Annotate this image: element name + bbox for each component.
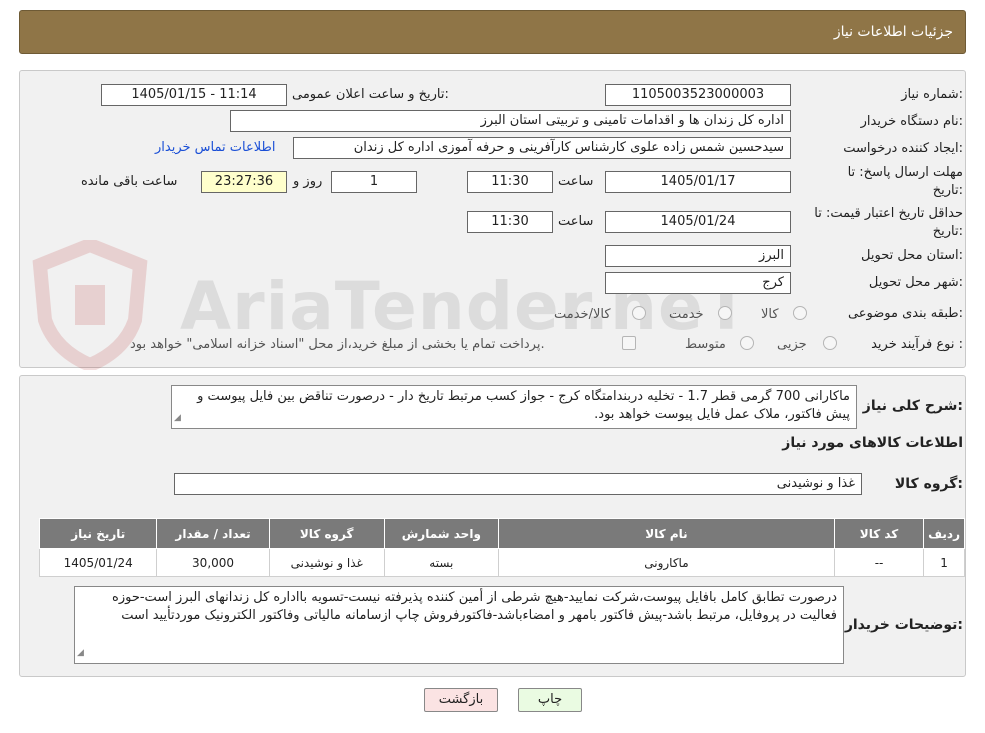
category-goods-label: کالا [761,307,779,322]
category-service-label: خدمت [669,307,704,322]
reply-deadline-date: 1405/01/17 [605,171,791,193]
cell-code: -- [833,548,925,577]
remaining-time-field: 23:27:36 [201,171,287,193]
requester-field: سیدحسین شمس زاده علوی کارشناس کارآفرینی … [293,137,791,159]
buyer-contact-link[interactable]: اطلاعات تماس خریدار [155,140,275,155]
goods-group-field: غذا و نوشیدنی [174,473,862,495]
table-row: 1 -- ماکارونی بسته غذا و نوشیدنی 30,000 … [38,548,965,577]
buyer-org-field: اداره کل زندان ها و اقدامات تامینی و ترب… [230,110,791,132]
cell-row: 1 [923,548,965,577]
requester-label: ایجاد کننده درخواست: [843,141,963,156]
buyer-notes-label: توضیحات خریدار: [844,617,963,633]
reply-deadline-label-2: تاریخ: [932,183,963,198]
province-label: استان محل تحویل: [861,248,963,263]
page-title: جزئیات اطلاعات نیاز [833,24,953,40]
buyer-notes-text: درصورت تطابق کامل بافایل پیوست،شرکت نمای… [112,590,837,623]
category-goods-radio[interactable] [793,306,807,320]
days-label: روز و [293,174,323,189]
col-qty: تعداد / مقدار [156,518,270,549]
need-number-field: 1105003523000003 [605,84,791,106]
page-header: جزئیات اطلاعات نیاز [19,10,966,54]
process-medium-label: متوسط [685,337,726,352]
cell-date: 1405/01/24 [38,548,158,577]
goods-info-title: اطلاعات کالاهای مورد نیاز [782,435,963,451]
col-code: کد کالا [833,518,925,549]
col-date: تاریخ نیاز [38,518,158,549]
remaining-days-field: 1 [331,171,417,193]
category-goods-service-label: کالا/خدمت [554,307,611,322]
treasury-checkbox[interactable] [622,336,636,350]
goods-group-label: گروه کالا: [894,476,963,492]
category-label: طبقه بندی موضوعی: [847,306,963,321]
buyer-notes-textarea[interactable]: درصورت تطابق کامل بافایل پیوست،شرکت نمای… [74,586,844,664]
province-field: البرز [605,245,791,267]
buyer-org-label: نام دستگاه خریدار: [860,114,963,129]
remaining-time-label: ساعت باقی مانده [81,174,178,189]
process-minor-label: جزیی [777,337,807,352]
reply-time-label: ساعت [558,174,594,189]
announce-date-label: تاریخ و ساعت اعلان عمومی: [292,87,449,102]
col-unit: واحد شمارش [383,518,499,549]
process-medium-radio[interactable] [740,336,754,350]
print-button[interactable]: چاپ [518,688,582,712]
summary-label: شرح کلی نیاز: [862,398,963,414]
col-row: ردیف [923,518,965,549]
cell-unit: بسته [383,548,499,577]
price-time-label: ساعت [558,214,594,229]
price-validity-time: 11:30 [467,211,553,233]
back-button[interactable]: بازگشت [424,688,498,712]
city-field: کرج [605,272,791,294]
cell-group: غذا و نوشیدنی [268,548,385,577]
announce-date-field: 1405/01/15 - 11:14 [101,84,287,106]
goods-table-header: ردیف کد کالا نام کالا واحد شمارش گروه کا… [38,518,965,549]
reply-deadline-time: 11:30 [467,171,553,193]
resize-grip-icon[interactable]: ◢ [174,409,181,427]
treasury-note: پرداخت تمام یا بخشی از مبلغ خرید،از محل … [130,337,545,352]
col-group: گروه کالا [268,518,385,549]
summary-textarea[interactable]: ماکارانی 700 گرمی قطر 1.7 - تخلیه دربندا… [171,385,857,429]
col-name: نام کالا [497,518,835,549]
goods-table: ردیف کد کالا نام کالا واحد شمارش گروه کا… [38,518,965,577]
process-minor-radio[interactable] [823,336,837,350]
city-label: شهر محل تحویل: [868,275,963,290]
resize-grip-icon[interactable]: ◢ [77,644,84,662]
category-service-radio[interactable] [718,306,732,320]
price-validity-label-2: تاریخ: [932,224,963,239]
category-goods-service-radio[interactable] [632,306,646,320]
price-validity-date: 1405/01/24 [605,211,791,233]
price-validity-label: حداقل تاریخ اعتبار قیمت: تا [814,206,963,221]
process-label: نوع فرآیند خرید : [871,337,963,352]
cell-name: ماکارونی [497,548,835,577]
need-number-label: شماره نیاز: [901,87,963,102]
cell-qty: 30,000 [156,548,270,577]
summary-text: ماکارانی 700 گرمی قطر 1.7 - تخلیه دربندا… [197,389,850,422]
reply-deadline-label: مهلت ارسال پاسخ: تا [847,165,963,180]
